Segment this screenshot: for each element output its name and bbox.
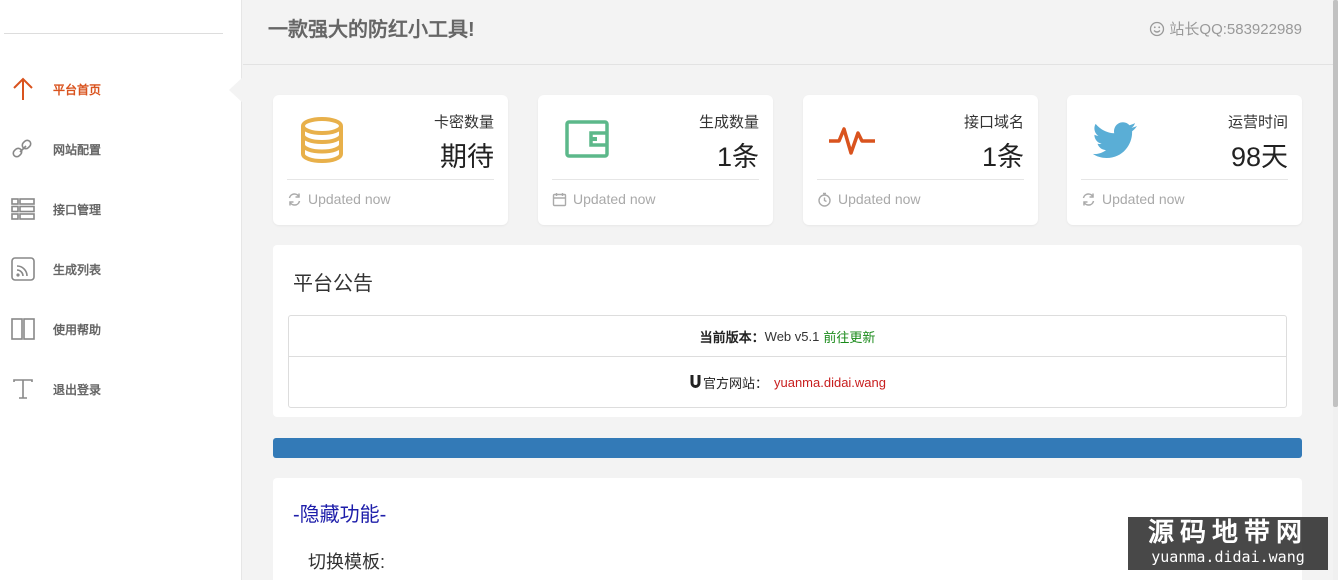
sidebar: 平台首页 网站配置 接口管理 生成列表 使用帮助 退出登录 xyxy=(0,0,243,580)
watermark-line2: yuanma.didai.wang xyxy=(1151,548,1305,566)
card-divider xyxy=(1081,179,1288,180)
refresh-icon xyxy=(288,192,301,206)
sidebar-item-label: 网站配置 xyxy=(53,142,102,157)
text-icon xyxy=(9,375,37,403)
card-footer-text: Updated now xyxy=(838,191,921,207)
sidebar-item-help[interactable]: 使用帮助 xyxy=(0,309,242,349)
stat-card-uptime: 运营时间 98天 Updated now xyxy=(1067,95,1302,225)
card-footer-text: Updated now xyxy=(308,191,391,207)
site-label: 官方网站： xyxy=(702,375,768,391)
card-name: 卡密数量 xyxy=(433,114,494,131)
sidebar-item-generate-list[interactable]: 生成列表 xyxy=(0,249,242,289)
magnet-icon xyxy=(690,374,701,388)
card-footer: Updated now xyxy=(552,191,656,207)
book-icon xyxy=(9,315,37,343)
card-value: 1条 xyxy=(981,142,1024,172)
card-value: 期待 xyxy=(440,142,494,172)
stat-card-cards: 卡密数量 期待 Updated now xyxy=(273,95,508,225)
qq-text: 站长QQ:583922989 xyxy=(1169,21,1302,38)
card-divider xyxy=(817,179,1024,180)
card-footer: Updated now xyxy=(287,191,391,207)
notice-title: 平台公告 xyxy=(293,273,373,295)
blue-bar xyxy=(273,438,1302,458)
sidebar-item-label: 退出登录 xyxy=(53,382,102,397)
card-footer: Updated now xyxy=(817,191,921,207)
card-name: 生成数量 xyxy=(698,114,759,131)
sidebar-item-site-config[interactable]: 网站配置 xyxy=(0,129,242,169)
sidebar-item-label: 生成列表 xyxy=(53,262,102,277)
smile-icon xyxy=(1150,21,1165,36)
card-footer: Updated now xyxy=(1081,191,1185,207)
switch-template-label: 切换模板: xyxy=(308,552,386,572)
stat-card-generated: 生成数量 1条 Updated now xyxy=(538,95,773,225)
card-value: 98天 xyxy=(1230,142,1288,172)
scrollbar-thumb[interactable] xyxy=(1333,0,1338,407)
sidebar-item-label: 平台首页 xyxy=(53,82,102,97)
official-site-link[interactable]: yuanma.didai.wang xyxy=(774,375,886,390)
webmaster-qq: 站长QQ:583922989 xyxy=(1149,18,1302,39)
notice-table: 当前版本： Web v5.1 前往更新 官方网站： yuanma.didai.w… xyxy=(288,315,1287,408)
card-footer-text: Updated now xyxy=(573,191,656,207)
link-icon xyxy=(9,135,37,163)
list-icon xyxy=(9,195,37,223)
watermark: 源码地带网 yuanma.didai.wang xyxy=(1128,517,1328,570)
sidebar-item-api-manage[interactable]: 接口管理 xyxy=(0,189,242,229)
pulse-icon xyxy=(827,115,877,165)
version-label: 当前版本： xyxy=(699,329,765,345)
card-name: 接口域名 xyxy=(963,114,1024,131)
sidebar-item-home[interactable]: 平台首页 xyxy=(0,69,243,109)
sidebar-item-label: 使用帮助 xyxy=(53,322,102,337)
rss-icon xyxy=(9,255,37,283)
hidden-features-title: -隐藏功能- xyxy=(293,504,387,526)
card-footer-text: Updated now xyxy=(1102,191,1185,207)
stopwatch-icon xyxy=(818,192,831,207)
stat-card-api-domain: 接口域名 1条 Updated now xyxy=(803,95,1038,225)
page-scrollbar[interactable] xyxy=(1333,0,1338,580)
sidebar-item-logout[interactable]: 退出登录 xyxy=(0,369,242,409)
notice-panel: 平台公告 当前版本： Web v5.1 前往更新 官方网站： yuanma.di… xyxy=(273,245,1302,417)
site-row: 官方网站： yuanma.didai.wang xyxy=(289,357,1286,407)
page-title: 一款强大的防红小工具! xyxy=(268,19,475,41)
version-value: Web v5.1 xyxy=(764,328,820,344)
coins-icon xyxy=(297,115,347,165)
card-divider xyxy=(287,179,494,180)
watermark-line1: 源码地带网 xyxy=(1147,518,1308,548)
sidebar-divider xyxy=(4,33,223,34)
page-header: 一款强大的防红小工具! 站长QQ:583922989 xyxy=(243,0,1333,65)
calendar-icon xyxy=(552,192,567,206)
refresh-icon xyxy=(1082,192,1095,206)
sidebar-item-label: 接口管理 xyxy=(53,202,102,217)
card-name: 运营时间 xyxy=(1227,114,1288,131)
card-value: 1条 xyxy=(716,142,759,172)
update-link[interactable]: 前往更新 xyxy=(823,327,875,346)
twitter-icon xyxy=(1091,115,1141,165)
wallet-icon xyxy=(562,115,612,165)
version-row: 当前版本： Web v5.1 前往更新 xyxy=(289,316,1286,357)
card-divider xyxy=(552,179,759,180)
arrow-up-icon xyxy=(9,75,37,103)
